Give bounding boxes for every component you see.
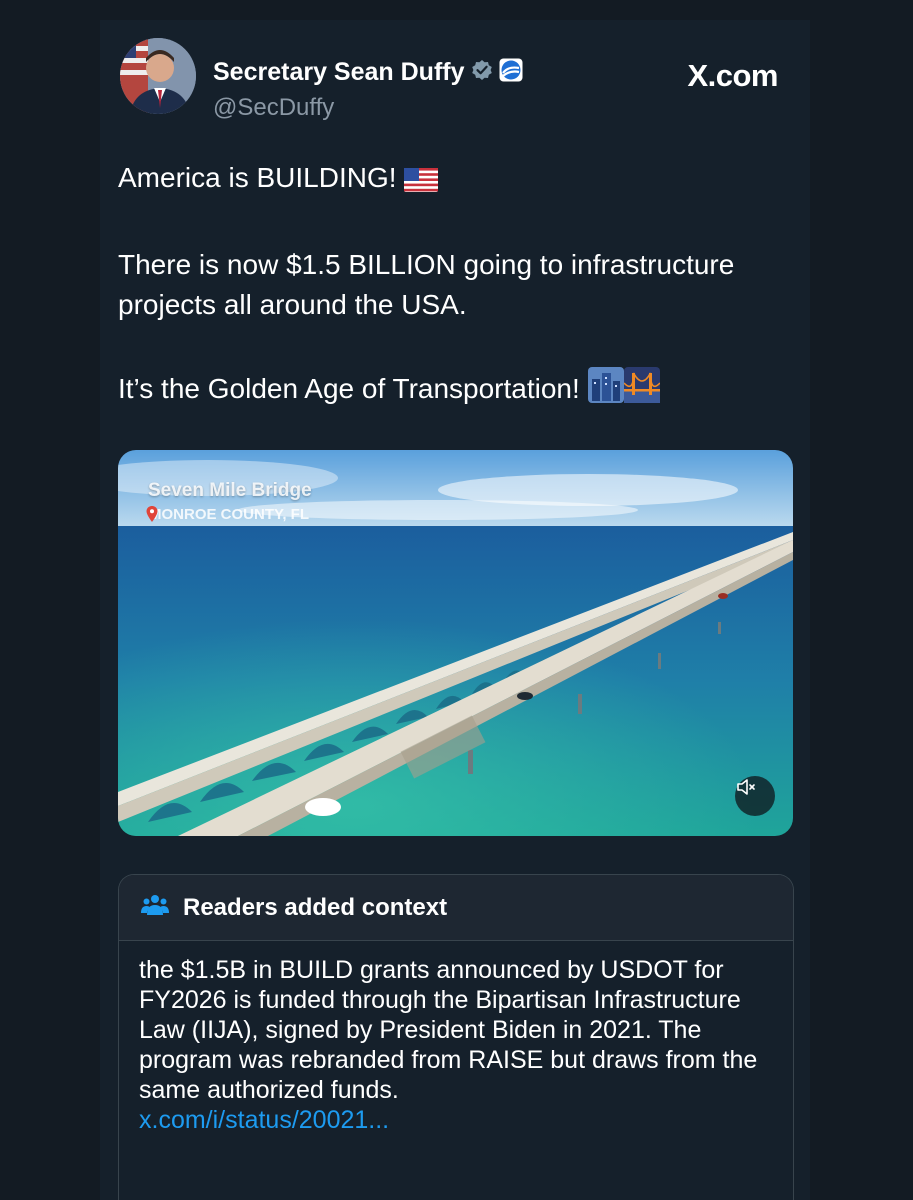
post-line-3-text: It’s the Golden Age of Transportation! <box>118 373 580 404</box>
video-location-text: MONROE COUNTY, FL <box>149 506 309 523</box>
author-handle[interactable]: @SecDuffy <box>213 94 334 122</box>
post-header: Secretary Sean Duffy @SecDuffy X.com <box>118 38 798 121</box>
avatar[interactable] <box>120 38 196 114</box>
post-card: Secretary Sean Duffy @SecDuffy X.com Ame… <box>100 20 810 1200</box>
community-note-body: the $1.5B in BUILD grants announced by U… <box>119 941 793 1135</box>
post-line-1-text: America is BUILDING! <box>118 162 397 193</box>
mute-button[interactable] <box>735 776 775 816</box>
dot-logo-icon <box>499 58 523 87</box>
community-note-title: Readers added context <box>183 893 448 921</box>
author-name-row: Secretary Sean Duffy <box>213 58 523 87</box>
community-note-header: Readers added context <box>119 875 793 941</box>
video-caption-location: MONROE COUNTY, FL <box>146 506 309 523</box>
us-flag-icon <box>404 163 439 203</box>
video-caption-title: Seven Mile Bridge <box>148 480 312 501</box>
video-player[interactable]: Seven Mile Bridge MONROE COUNTY, FL <box>118 450 793 836</box>
verified-badge-icon <box>471 59 493 86</box>
bridge-at-night-icon <box>622 367 661 414</box>
site-brand: X.com <box>687 58 778 93</box>
community-note: Readers added context the $1.5B in BUILD… <box>118 874 794 1200</box>
post-line-2: There is now $1.5 BILLION going to infra… <box>118 249 735 320</box>
post-line-3: It’s the Golden Age of Transportation! <box>118 367 798 414</box>
community-note-text: the $1.5B in BUILD grants announced by U… <box>139 956 758 1104</box>
author-name[interactable]: Secretary Sean Duffy <box>213 58 465 87</box>
people-icon <box>141 893 169 922</box>
post-line-1: America is BUILDING! <box>118 158 798 203</box>
cityscape-icon <box>587 367 624 414</box>
post-text: America is BUILDING! There is now $1.5 B… <box>118 158 798 414</box>
community-note-link[interactable]: x.com/i/status/20021... <box>139 1105 771 1135</box>
